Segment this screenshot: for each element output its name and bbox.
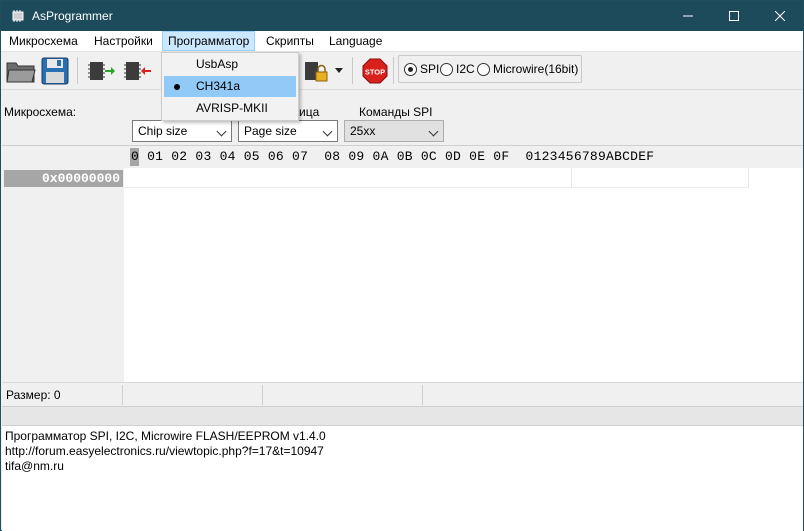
open-file-button[interactable] (6, 56, 36, 86)
status-divider (422, 385, 423, 405)
protocol-radio-group: SPI I2C Microwire(16bit) (398, 55, 582, 83)
status-bar: Размер: 0 (2, 382, 803, 406)
spi-commands-select[interactable]: 25xx (344, 120, 444, 142)
hex-editor[interactable]: 0 01 02 03 04 05 06 07 08 09 0A 0B 0C 0D… (2, 145, 803, 382)
close-icon (775, 11, 785, 21)
spi-commands-label: Команды SPI (359, 105, 433, 119)
menu-scripts[interactable]: Скрипты (261, 31, 319, 51)
chip-label: Микросхема: (4, 105, 77, 119)
stop-icon: STOP (362, 58, 388, 84)
menu-item-ch341a-label: CH341a (196, 79, 241, 93)
menu-item-usbasp-label: UsbAsp (196, 57, 239, 71)
selected-bullet-icon (174, 84, 180, 90)
chevron-down-icon (428, 126, 439, 137)
stop-button[interactable]: STOP (360, 56, 390, 86)
radio-microwire-label: Microwire(16bit) (493, 62, 579, 76)
chevron-down-icon (216, 126, 227, 137)
page-label: ица (299, 105, 320, 119)
app-icon (12, 10, 24, 22)
menu-bar: Микросхема Настройки Программатор Скрипт… (1, 31, 803, 52)
radio-microwire[interactable]: Microwire(16bit) (477, 62, 578, 76)
chip-lock-icon (305, 62, 328, 82)
status-divider (262, 385, 263, 405)
menu-programmer[interactable]: Программатор (162, 31, 256, 51)
programmer-dropdown-menu: UsbAsp CH341a AVRISP-MKII (161, 52, 299, 121)
hex-row-divider (124, 187, 749, 188)
folder-open-icon (6, 62, 36, 83)
hex-column-divider (748, 168, 749, 188)
page-size-select[interactable]: Page size (238, 120, 338, 142)
menu-item-avrisp[interactable]: AVRISP-MKII (164, 98, 296, 119)
spi-commands-value: 25xx (350, 124, 376, 138)
save-file-button[interactable] (40, 56, 70, 86)
log-line: Программатор SPI, I2C, Microwire FLASH/E… (5, 429, 326, 443)
log-line: http://forum.easyelectronics.ru/viewtopi… (5, 444, 324, 458)
chip-settings-panel: Микросхема: ица Команды SPI Chip size Pa… (1, 91, 803, 145)
toolbar-separator (393, 57, 394, 84)
floppy-disk-icon (41, 57, 69, 85)
close-button[interactable] (757, 1, 803, 31)
progress-bar (2, 406, 803, 426)
chevron-down-icon (322, 126, 333, 137)
hex-address-gutter (2, 168, 123, 382)
hex-column-header: 0 01 02 03 04 05 06 07 08 09 0A 0B 0C 0D… (131, 149, 655, 164)
chip-size-value: Chip size (138, 124, 188, 138)
radio-spi-label: SPI (420, 62, 440, 76)
log-line: tifa@nm.ru (5, 459, 64, 473)
minimize-icon (683, 15, 693, 17)
minimize-button[interactable] (665, 1, 711, 31)
toolbar: STOP SPI I2C Microwire(16bit) (1, 52, 803, 90)
status-size: Размер: 0 (6, 388, 61, 402)
hex-data-area[interactable] (124, 168, 803, 382)
chip-size-select[interactable]: Chip size (132, 120, 232, 142)
chevron-down-icon (335, 68, 343, 73)
radio-spi[interactable]: SPI (404, 62, 439, 76)
menu-settings[interactable]: Настройки (89, 31, 158, 51)
title-bar[interactable]: AsProgrammer (1, 1, 803, 31)
toolbar-separator (77, 57, 78, 84)
menu-item-ch341a[interactable]: CH341a (164, 76, 296, 97)
lock-dropdown-button[interactable] (333, 56, 345, 86)
app-window: AsProgrammer Микросхема Настройки Програ… (0, 0, 804, 531)
menu-item-usbasp[interactable]: UsbAsp (164, 54, 296, 75)
window-title: AsProgrammer (32, 9, 113, 23)
radio-i2c-label: I2C (456, 62, 475, 76)
hex-row-address: 0x00000000 (4, 170, 123, 187)
log-panel[interactable]: Программатор SPI, I2C, Microwire FLASH/E… (2, 426, 803, 531)
status-divider (122, 385, 123, 405)
hex-column-divider (571, 168, 572, 188)
radio-i2c[interactable]: I2C (440, 62, 475, 76)
radio-i2c-indicator (440, 62, 453, 76)
lock-chip-button[interactable] (301, 56, 331, 86)
write-chip-button[interactable] (123, 56, 153, 86)
menu-item-avrisp-label: AVRISP-MKII (196, 101, 268, 115)
write-chip-icon (124, 62, 151, 80)
read-chip-button[interactable] (87, 56, 117, 86)
menu-chip[interactable]: Микросхема (4, 31, 83, 51)
read-chip-icon (88, 62, 115, 80)
menu-language[interactable]: Language (324, 31, 387, 51)
radio-spi-indicator (404, 62, 417, 76)
maximize-icon (729, 11, 739, 21)
page-size-value: Page size (244, 124, 297, 138)
radio-microwire-indicator (477, 62, 490, 76)
maximize-button[interactable] (711, 1, 757, 31)
toolbar-separator (352, 57, 353, 84)
svg-text:STOP: STOP (365, 68, 385, 77)
